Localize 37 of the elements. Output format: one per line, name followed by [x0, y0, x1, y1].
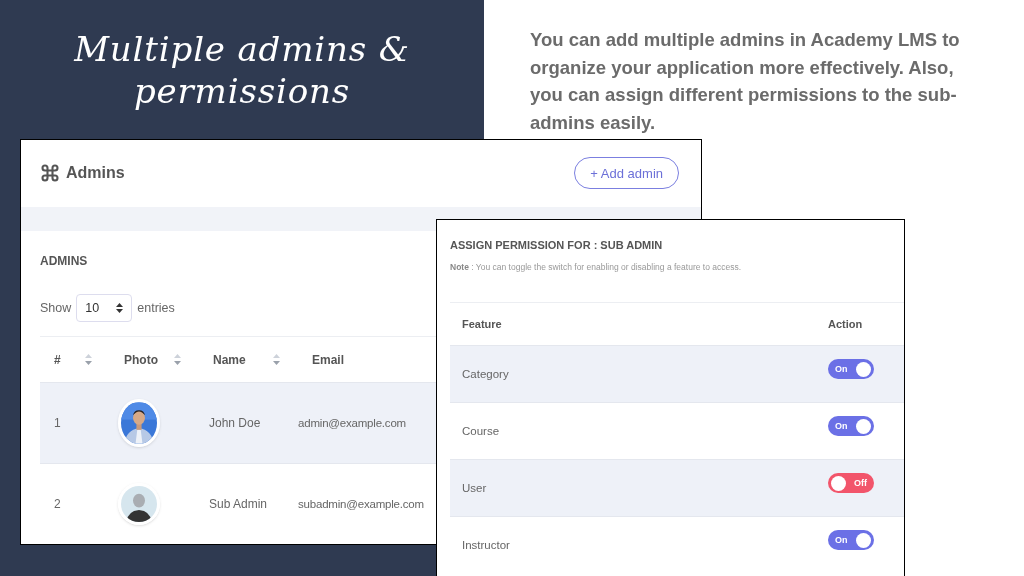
- entries-label: entries: [137, 299, 175, 317]
- column-header[interactable]: Email: [312, 350, 430, 369]
- toggle-switch[interactable]: Off: [828, 473, 874, 494]
- add-admin-button[interactable]: + Add admin: [574, 157, 679, 190]
- feature-name: User: [461, 480, 488, 496]
- toggle-switch[interactable]: On: [828, 359, 874, 380]
- table-cell: John Doe: [209, 416, 261, 430]
- toggle-switch[interactable]: On: [828, 530, 874, 551]
- toggle-switch[interactable]: On: [828, 416, 874, 437]
- sort-icon[interactable]: [174, 354, 181, 365]
- section-title: ADMINS: [40, 253, 88, 270]
- feature-name: Instructor: [461, 537, 511, 553]
- table-cell: 1: [54, 416, 61, 430]
- table-cell: Sub Admin: [209, 497, 268, 511]
- feature-name: Course: [461, 423, 501, 439]
- feature-name: Category: [461, 366, 510, 382]
- column-header: Action: [828, 317, 863, 332]
- show-label: Show: [40, 299, 72, 317]
- table-cell: subadmin@example.com: [298, 497, 424, 510]
- table-row[interactable]: 1 John Doe admin@example.com: [40, 382, 436, 463]
- column-header: Feature: [461, 317, 503, 332]
- sort-icon[interactable]: [85, 354, 92, 365]
- updown-caret-icon: [116, 303, 124, 313]
- permissions-title: ASSIGN PERMISSION FOR : SUB ADMIN: [450, 238, 663, 253]
- page-title: Admins: [66, 163, 125, 184]
- sort-icon[interactable]: [273, 354, 280, 365]
- command-icon: [40, 163, 60, 184]
- note-text: Note : You can toggle the switch for enabling or disabling a feature to access.: [450, 260, 742, 274]
- page-size-select[interactable]: 10: [76, 294, 133, 322]
- slide-title: Multiple admins & permissions: [72, 28, 411, 112]
- column-header[interactable]: Photo: [124, 350, 181, 369]
- avatar-silhouette-icon: [118, 483, 160, 525]
- slide-description: You can add multiple admins in Academy LMS to organize your application more effectively. Also, you can assign different permissions to the sub-admins easily.: [530, 28, 961, 135]
- table-cell: admin@example.com: [298, 416, 406, 429]
- table-cell: 2: [54, 497, 61, 511]
- column-header[interactable]: #: [54, 350, 92, 369]
- column-header[interactable]: Name: [213, 350, 280, 369]
